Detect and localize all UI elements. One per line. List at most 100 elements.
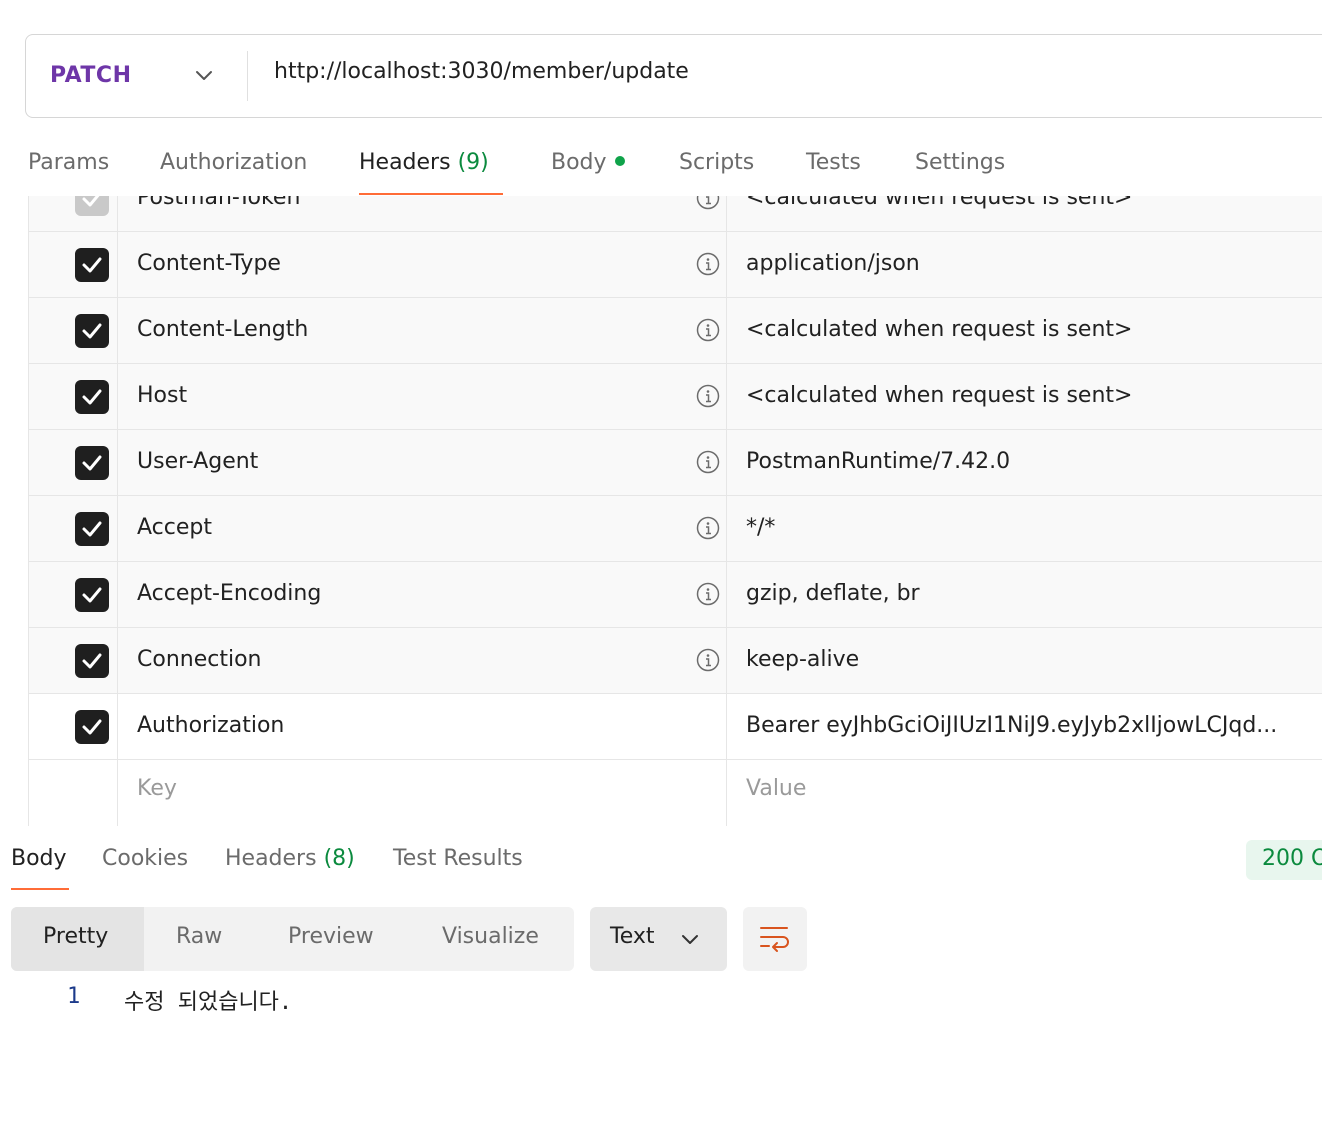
- tab-params[interactable]: Params: [28, 150, 109, 175]
- header-check-cell: [28, 232, 118, 298]
- response-tab-headers-label: Headers: [225, 846, 317, 871]
- header-row: Connection keep-alive: [28, 628, 1322, 694]
- new-header-row: Key Value: [28, 760, 1322, 826]
- chevron-down-icon: [682, 935, 698, 944]
- url-input[interactable]: http://localhost:3030/member/update: [274, 59, 689, 84]
- header-value[interactable]: <calculated when request is sent>: [746, 383, 1132, 408]
- header-check-cell: [28, 694, 118, 760]
- info-icon[interactable]: [696, 450, 720, 474]
- response-tab-body[interactable]: Body: [11, 846, 67, 871]
- header-row: Authorization Bearer eyJhbGciOiJIUzI1NiJ9…: [28, 694, 1322, 760]
- header-key-cell: Authorization: [118, 694, 727, 760]
- body-modified-dot: [614, 156, 625, 166]
- tab-headers[interactable]: Headers (9): [359, 150, 489, 175]
- header-value[interactable]: */*: [746, 515, 775, 540]
- header-key[interactable]: Content-Type: [137, 251, 281, 276]
- header-row: Accept */*: [28, 496, 1322, 562]
- header-key[interactable]: Accept-Encoding: [137, 581, 321, 606]
- check-icon: [82, 719, 102, 735]
- header-check-cell: [28, 430, 118, 496]
- header-checkbox[interactable]: [75, 314, 109, 348]
- header-check-cell: [28, 364, 118, 430]
- tab-scripts[interactable]: Scripts: [679, 150, 754, 175]
- header-checkbox[interactable]: [75, 446, 109, 480]
- header-key[interactable]: Connection: [137, 647, 261, 672]
- tab-body-label: Body: [551, 150, 607, 175]
- line-number: 1: [67, 984, 81, 1009]
- header-key[interactable]: Host: [137, 383, 187, 408]
- header-value[interactable]: gzip, deflate, br: [746, 581, 920, 606]
- header-key-cell: Connection: [118, 628, 727, 694]
- info-icon[interactable]: [696, 318, 720, 342]
- check-icon: [82, 653, 102, 669]
- active-tab-indicator: [359, 193, 503, 195]
- tab-body[interactable]: Body: [551, 150, 625, 175]
- header-value[interactable]: Bearer eyJhbGciOiJIUzI1NiJ9.eyJyb2xlIjow…: [746, 713, 1277, 738]
- header-key-cell: Content-Type: [118, 232, 727, 298]
- info-icon[interactable]: [696, 648, 720, 672]
- header-checkbox[interactable]: [75, 710, 109, 744]
- header-checkbox[interactable]: [75, 512, 109, 546]
- response-body-text[interactable]: 수정 되었습니다.: [124, 984, 292, 1016]
- response-tab-headers[interactable]: Headers (8): [225, 846, 355, 871]
- view-visualize-button[interactable]: Visualize: [442, 907, 539, 971]
- response-tab-cookies[interactable]: Cookies: [102, 846, 188, 871]
- header-key-cell: User-Agent: [118, 430, 727, 496]
- header-checkbox[interactable]: [75, 380, 109, 414]
- info-icon[interactable]: [696, 516, 720, 540]
- check-icon: [82, 323, 102, 339]
- header-key[interactable]: Content-Length: [137, 317, 308, 342]
- check-icon: [82, 455, 102, 471]
- value-input[interactable]: Value: [746, 776, 806, 801]
- header-key[interactable]: Accept: [137, 515, 212, 540]
- format-select[interactable]: Text: [590, 907, 727, 971]
- header-row: Content-Length <calculated when request i…: [28, 298, 1322, 364]
- header-value[interactable]: <calculated when request is sent>: [746, 317, 1132, 342]
- method-select[interactable]: PATCH: [50, 63, 132, 88]
- check-icon: [82, 587, 102, 603]
- header-row: Host <calculated when request is sent>: [28, 364, 1322, 430]
- tab-authorization[interactable]: Authorization: [160, 150, 307, 175]
- response-tab-headers-count: (8): [323, 846, 355, 871]
- header-key-cell: Accept-Encoding: [118, 562, 727, 628]
- tab-headers-label: Headers: [359, 150, 451, 175]
- header-check-cell: [28, 298, 118, 364]
- header-key-cell: Accept: [118, 496, 727, 562]
- header-value[interactable]: keep-alive: [746, 647, 859, 672]
- request-url-bar: PATCH http://localhost:3030/member/updat…: [25, 34, 1322, 118]
- header-checkbox[interactable]: [75, 578, 109, 612]
- header-value[interactable]: PostmanRuntime/7.42.0: [746, 449, 1010, 474]
- header-checkbox[interactable]: [75, 248, 109, 282]
- url-divider: [247, 51, 248, 101]
- response-active-tab-indicator: [11, 888, 69, 890]
- view-pretty-button[interactable]: Pretty: [11, 907, 144, 971]
- wrap-lines-button[interactable]: [743, 907, 807, 971]
- check-icon: [82, 257, 102, 273]
- header-value[interactable]: application/json: [746, 251, 920, 276]
- info-icon[interactable]: [696, 252, 720, 276]
- info-icon[interactable]: [696, 384, 720, 408]
- view-mode-group: Pretty Raw Preview Visualize: [11, 907, 574, 971]
- header-key-cell: Content-Length: [118, 298, 727, 364]
- new-row-key-cell: Key: [118, 760, 727, 826]
- header-key[interactable]: Authorization: [137, 713, 284, 738]
- tab-settings[interactable]: Settings: [915, 150, 1005, 175]
- response-tab-test-results[interactable]: Test Results: [393, 846, 523, 871]
- check-icon: [82, 521, 102, 537]
- header-check-cell: [28, 628, 118, 694]
- new-row-check-cell: [28, 760, 118, 826]
- tab-tests[interactable]: Tests: [806, 150, 861, 175]
- response-panel: Body Cookies Headers (8) Test Results 20…: [0, 826, 1322, 1122]
- key-input[interactable]: Key: [137, 776, 177, 801]
- wrap-lines-icon: [760, 927, 789, 952]
- header-row: Accept-Encoding gzip, deflate, br: [28, 562, 1322, 628]
- header-check-cell: [28, 496, 118, 562]
- view-preview-button[interactable]: Preview: [288, 907, 374, 971]
- chevron-down-icon[interactable]: [192, 63, 216, 87]
- info-icon[interactable]: [696, 582, 720, 606]
- header-checkbox[interactable]: [75, 644, 109, 678]
- status-badge[interactable]: 200 OK: [1246, 840, 1322, 880]
- view-raw-button[interactable]: Raw: [176, 907, 222, 971]
- header-key[interactable]: User-Agent: [137, 449, 258, 474]
- check-icon: [82, 389, 102, 405]
